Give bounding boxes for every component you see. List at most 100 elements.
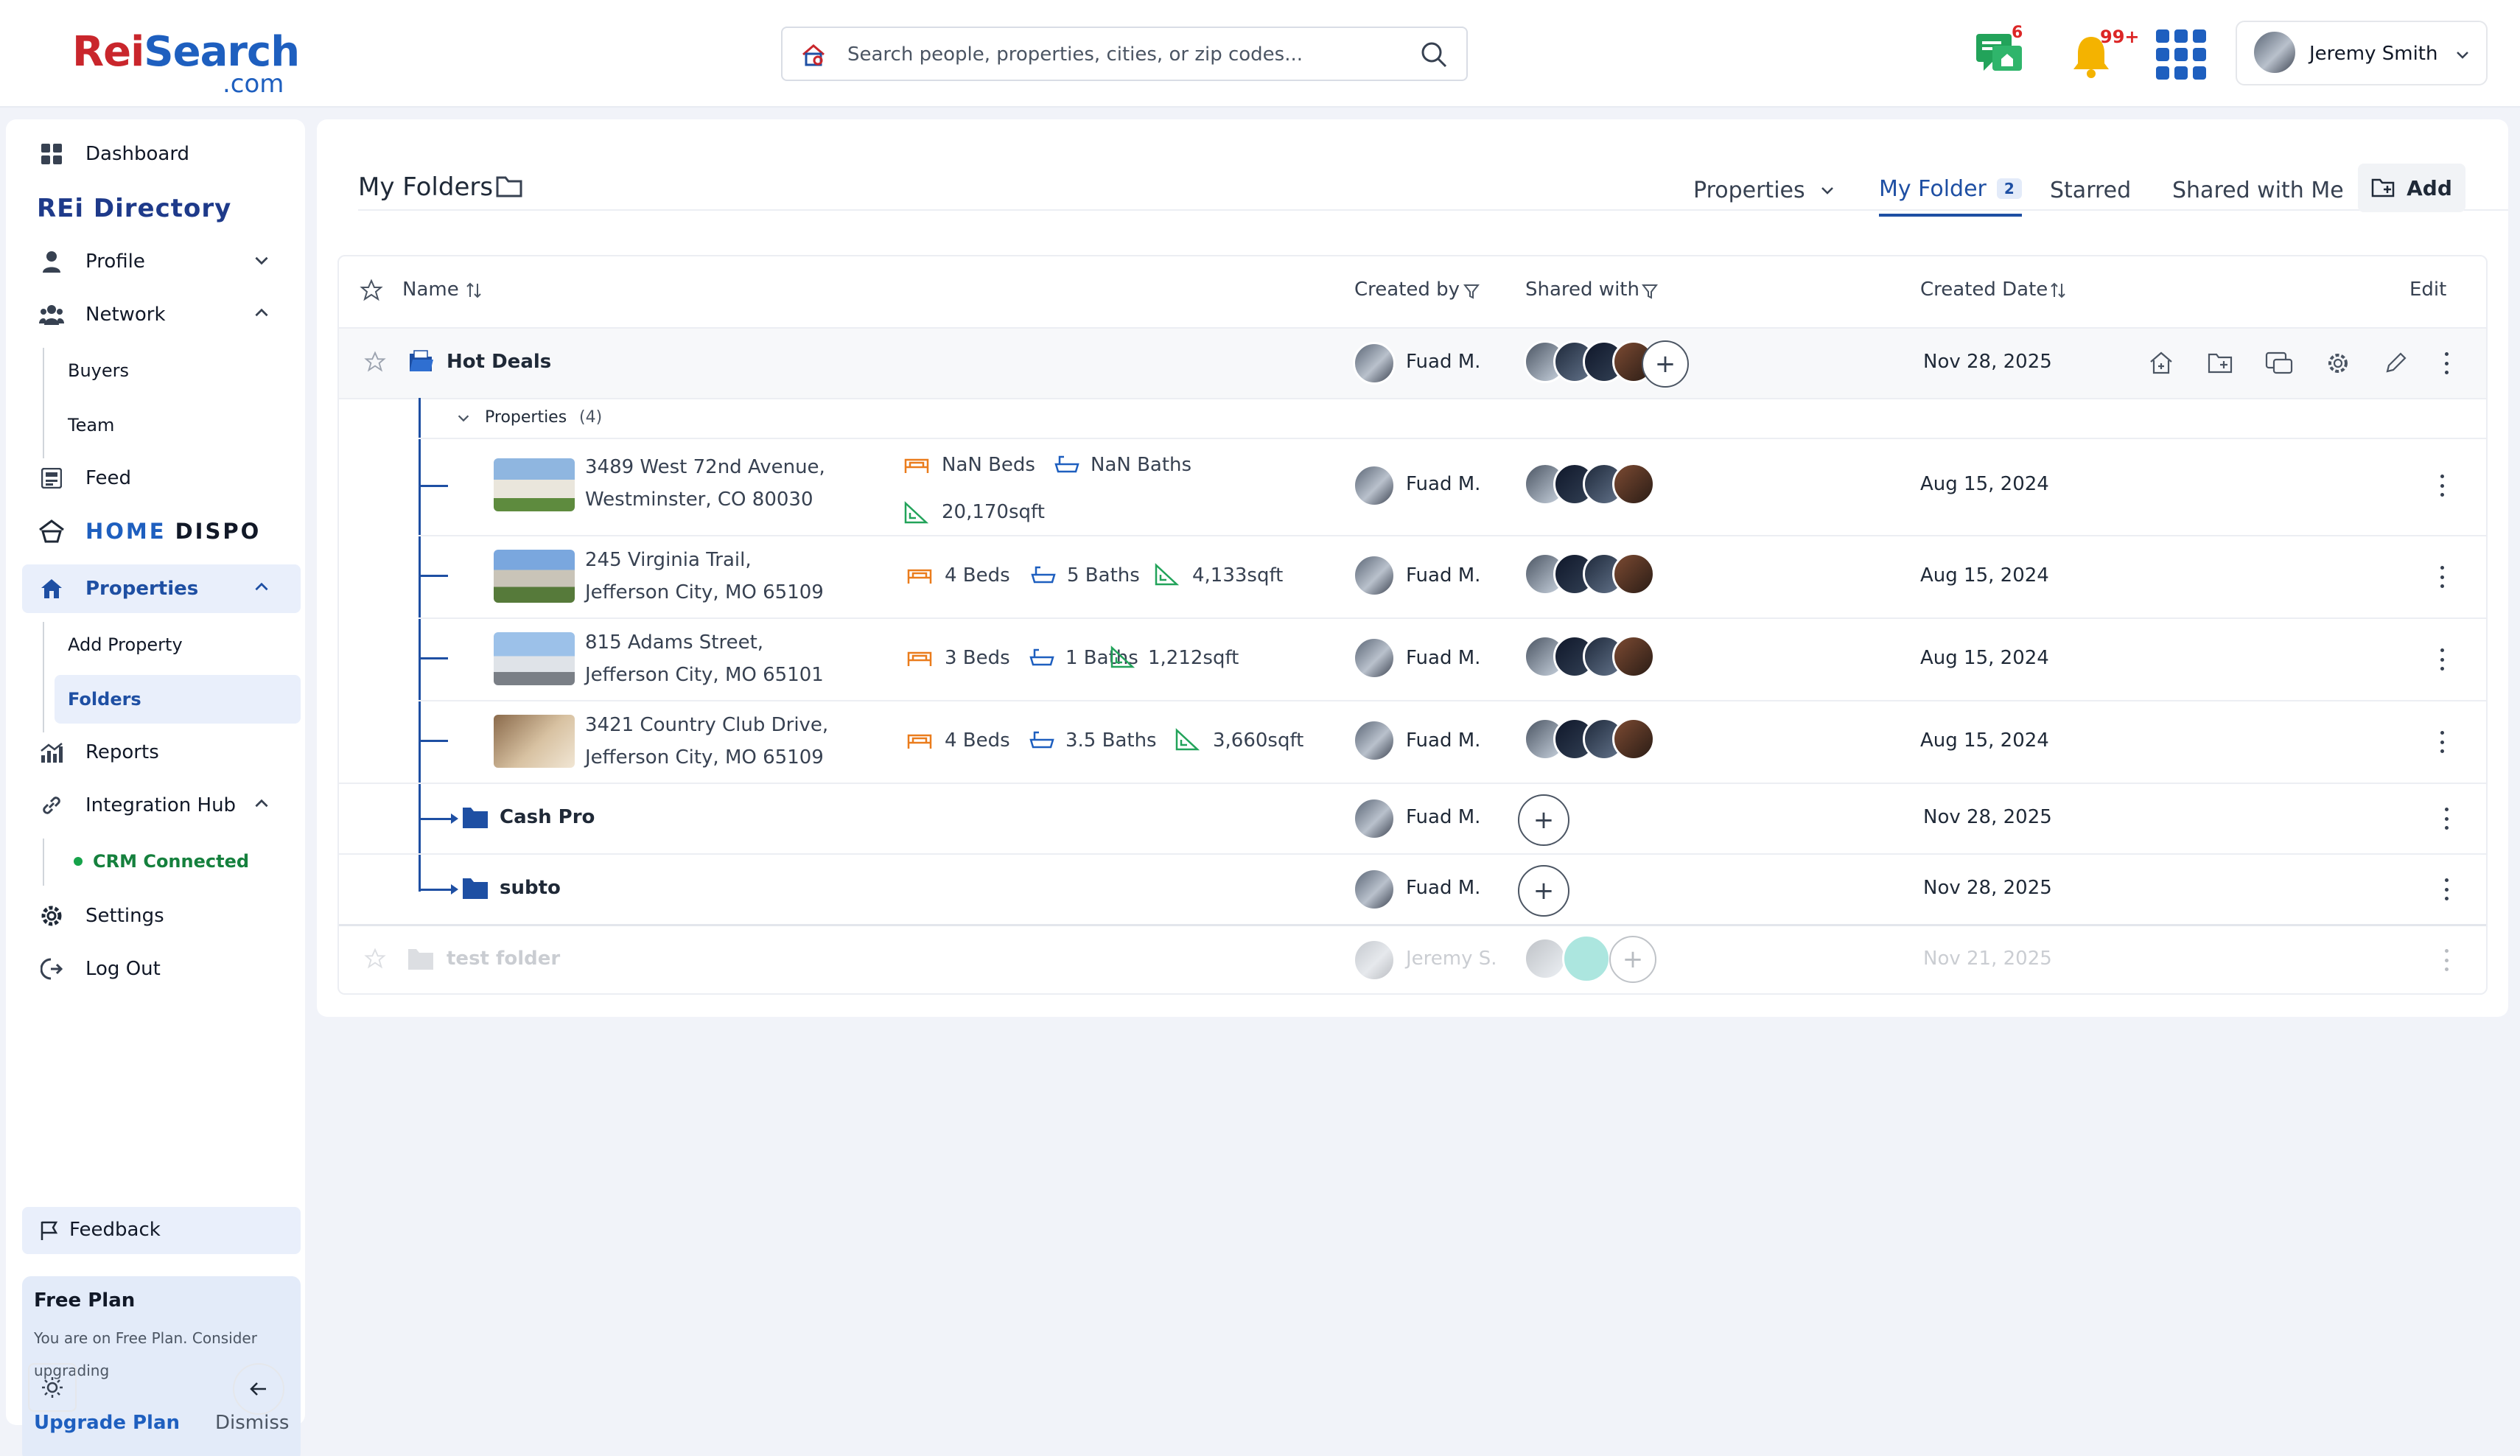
user-icon — [43, 251, 60, 273]
chevron-up-icon — [255, 308, 268, 317]
folder-row-cash-pro[interactable]: Cash Pro Fuad M. + Nov 28, 2025 — [339, 784, 2486, 853]
tab-count-badge: 2 — [1996, 178, 2022, 199]
house-plus-icon[interactable] — [2149, 351, 2174, 376]
tree-arrow-icon — [451, 813, 458, 824]
property-address: 3489 West 72nd Avenue, Westminster, CO 80… — [585, 456, 825, 511]
sidebar-item-profile[interactable]: Profile — [22, 237, 301, 286]
property-row[interactable]: 3489 West 72nd Avenue, Westminster, CO 80… — [339, 439, 2486, 535]
properties-group-label: Properties — [485, 408, 567, 427]
column-header-created-by[interactable]: Created by — [1354, 279, 1460, 301]
sidebar-item-team[interactable]: Team — [50, 401, 286, 449]
filter-icon[interactable] — [1642, 283, 1658, 299]
shared-avatars — [1524, 463, 1686, 510]
search-bar[interactable] — [781, 27, 1468, 81]
sidebar-item-folders[interactable]: Folders — [55, 675, 301, 724]
sidebar-item-home-dispo[interactable]: HOME DISPO — [22, 507, 301, 556]
star-outline-icon[interactable] — [364, 948, 386, 970]
tab-shared-with-me[interactable]: Shared with Me — [2172, 164, 2344, 217]
sort-icon[interactable] — [466, 281, 482, 299]
folder-row-test-folder[interactable]: test folder Jeremy S. + Nov 21, 2025 — [339, 925, 2486, 995]
property-row[interactable]: 3421 Country Club Drive, Jefferson City, … — [339, 701, 2486, 783]
more-options-icon[interactable] — [2439, 648, 2445, 671]
logo-text-rei: Rei — [72, 28, 144, 76]
collapse-sidebar-button[interactable] — [233, 1363, 284, 1415]
property-row[interactable]: 815 Adams Street, Jefferson City, MO 6510… — [339, 619, 2486, 700]
more-options-icon[interactable] — [2443, 949, 2449, 971]
sidebar-item-feed[interactable]: Feed — [22, 454, 301, 503]
property-address: 3421 Country Club Drive, Jefferson City, … — [585, 714, 829, 769]
folder-row-hot-deals[interactable]: Hot Deals Fuad M. + Nov 28, 2025 — [339, 329, 2486, 398]
gear-icon[interactable] — [2325, 351, 2351, 376]
sidebar-item-properties[interactable]: Properties — [22, 564, 301, 613]
sidebar-item-add-property[interactable]: Add Property — [50, 620, 286, 669]
properties-group-toggle[interactable]: Properties (4) — [449, 399, 744, 438]
network-submenu-guide — [43, 348, 44, 458]
property-beds: 4 Beds — [945, 564, 1010, 587]
sidebar-item-reports[interactable]: Reports — [22, 728, 301, 777]
star-outline-icon[interactable] — [364, 351, 386, 373]
property-row[interactable]: 245 Virginia Trail, Jefferson City, MO 65… — [339, 536, 2486, 617]
bath-icon — [1029, 648, 1054, 666]
add-share-button[interactable]: + — [1642, 340, 1689, 388]
add-share-button[interactable]: + — [1518, 865, 1569, 917]
star-outline-icon[interactable] — [360, 279, 383, 302]
apps-grid-icon — [2156, 29, 2206, 80]
more-options-icon[interactable] — [2443, 352, 2449, 374]
column-header-name[interactable]: Name — [402, 279, 459, 301]
dismiss-link[interactable]: Dismiss — [215, 1412, 289, 1434]
sidebar-item-log-out[interactable]: Log Out — [22, 945, 301, 993]
search-input[interactable] — [847, 37, 1407, 72]
sidebar-item-rei-directory[interactable]: REi Directory — [22, 184, 301, 233]
property-sqft: 20,170sqft — [942, 501, 1045, 523]
notifications-button[interactable]: 99+ — [2071, 27, 2144, 78]
more-options-icon[interactable] — [2439, 475, 2445, 497]
home-dispo-logo-icon — [39, 519, 64, 543]
upgrade-plan-link[interactable]: Upgrade Plan — [34, 1412, 180, 1434]
feedback-button[interactable]: Feedback — [22, 1207, 301, 1254]
chevron-up-icon — [255, 582, 268, 591]
integration-submenu-guide — [43, 839, 44, 886]
sidebar-item-crm-connected[interactable]: CRM Connected — [50, 837, 286, 886]
tab-starred[interactable]: Starred — [2050, 164, 2131, 217]
more-options-icon[interactable] — [2439, 566, 2445, 588]
sidebar-item-buyers[interactable]: Buyers — [50, 346, 286, 395]
house-search-icon — [802, 44, 825, 66]
created-date: Nov 28, 2025 — [1923, 351, 2052, 373]
sort-icon[interactable] — [2050, 281, 2066, 299]
property-thumbnail — [494, 715, 575, 768]
status-dot-icon — [74, 857, 83, 866]
sidebar-item-settings[interactable]: Settings — [22, 892, 301, 940]
add-folder-button[interactable]: Add — [2358, 164, 2465, 212]
chevron-down-icon — [458, 415, 469, 422]
add-share-button[interactable]: + — [1518, 794, 1569, 846]
theme-toggle-button[interactable] — [28, 1363, 77, 1412]
more-options-icon[interactable] — [2443, 808, 2449, 830]
property-thumbnail — [494, 458, 575, 511]
folder-row-subto[interactable]: subto Fuad M. + Nov 28, 2025 — [339, 855, 2486, 924]
sidebar-item-dashboard[interactable]: Dashboard — [22, 130, 301, 178]
user-menu[interactable]: Jeremy Smith — [2236, 21, 2488, 85]
more-options-icon[interactable] — [2439, 731, 2445, 753]
pencil-icon[interactable] — [2383, 351, 2408, 376]
area-ruler-icon — [1175, 728, 1200, 751]
sidebar-item-network[interactable]: Network — [22, 290, 301, 339]
folder-plus-icon[interactable] — [2208, 352, 2234, 374]
column-header-created-date[interactable]: Created Date — [1920, 279, 2048, 301]
more-options-icon[interactable] — [2443, 878, 2449, 900]
created-by-name: Fuad M. — [1406, 564, 1481, 587]
tab-my-folder[interactable]: My Folder 2 — [1879, 164, 2022, 217]
bed-icon — [907, 651, 932, 666]
column-header-shared-with[interactable]: Shared with — [1525, 279, 1639, 301]
sidebar-item-integration-hub[interactable]: Integration Hub — [22, 781, 301, 830]
tab-properties[interactable]: Properties — [1693, 164, 1836, 217]
apps-grid-button[interactable] — [2156, 29, 2206, 80]
search-icon[interactable] — [1419, 40, 1449, 69]
add-share-button[interactable]: + — [1609, 936, 1656, 983]
chart-icon — [41, 743, 63, 763]
column-header-edit: Edit — [2409, 279, 2447, 301]
messages-button[interactable]: 6 — [1975, 24, 2034, 78]
reisearch-logo[interactable]: ReiSearch .com — [72, 28, 300, 99]
chat-icon[interactable] — [2265, 351, 2293, 376]
created-by-name: Fuad M. — [1406, 877, 1481, 899]
filter-icon[interactable] — [1463, 283, 1480, 299]
